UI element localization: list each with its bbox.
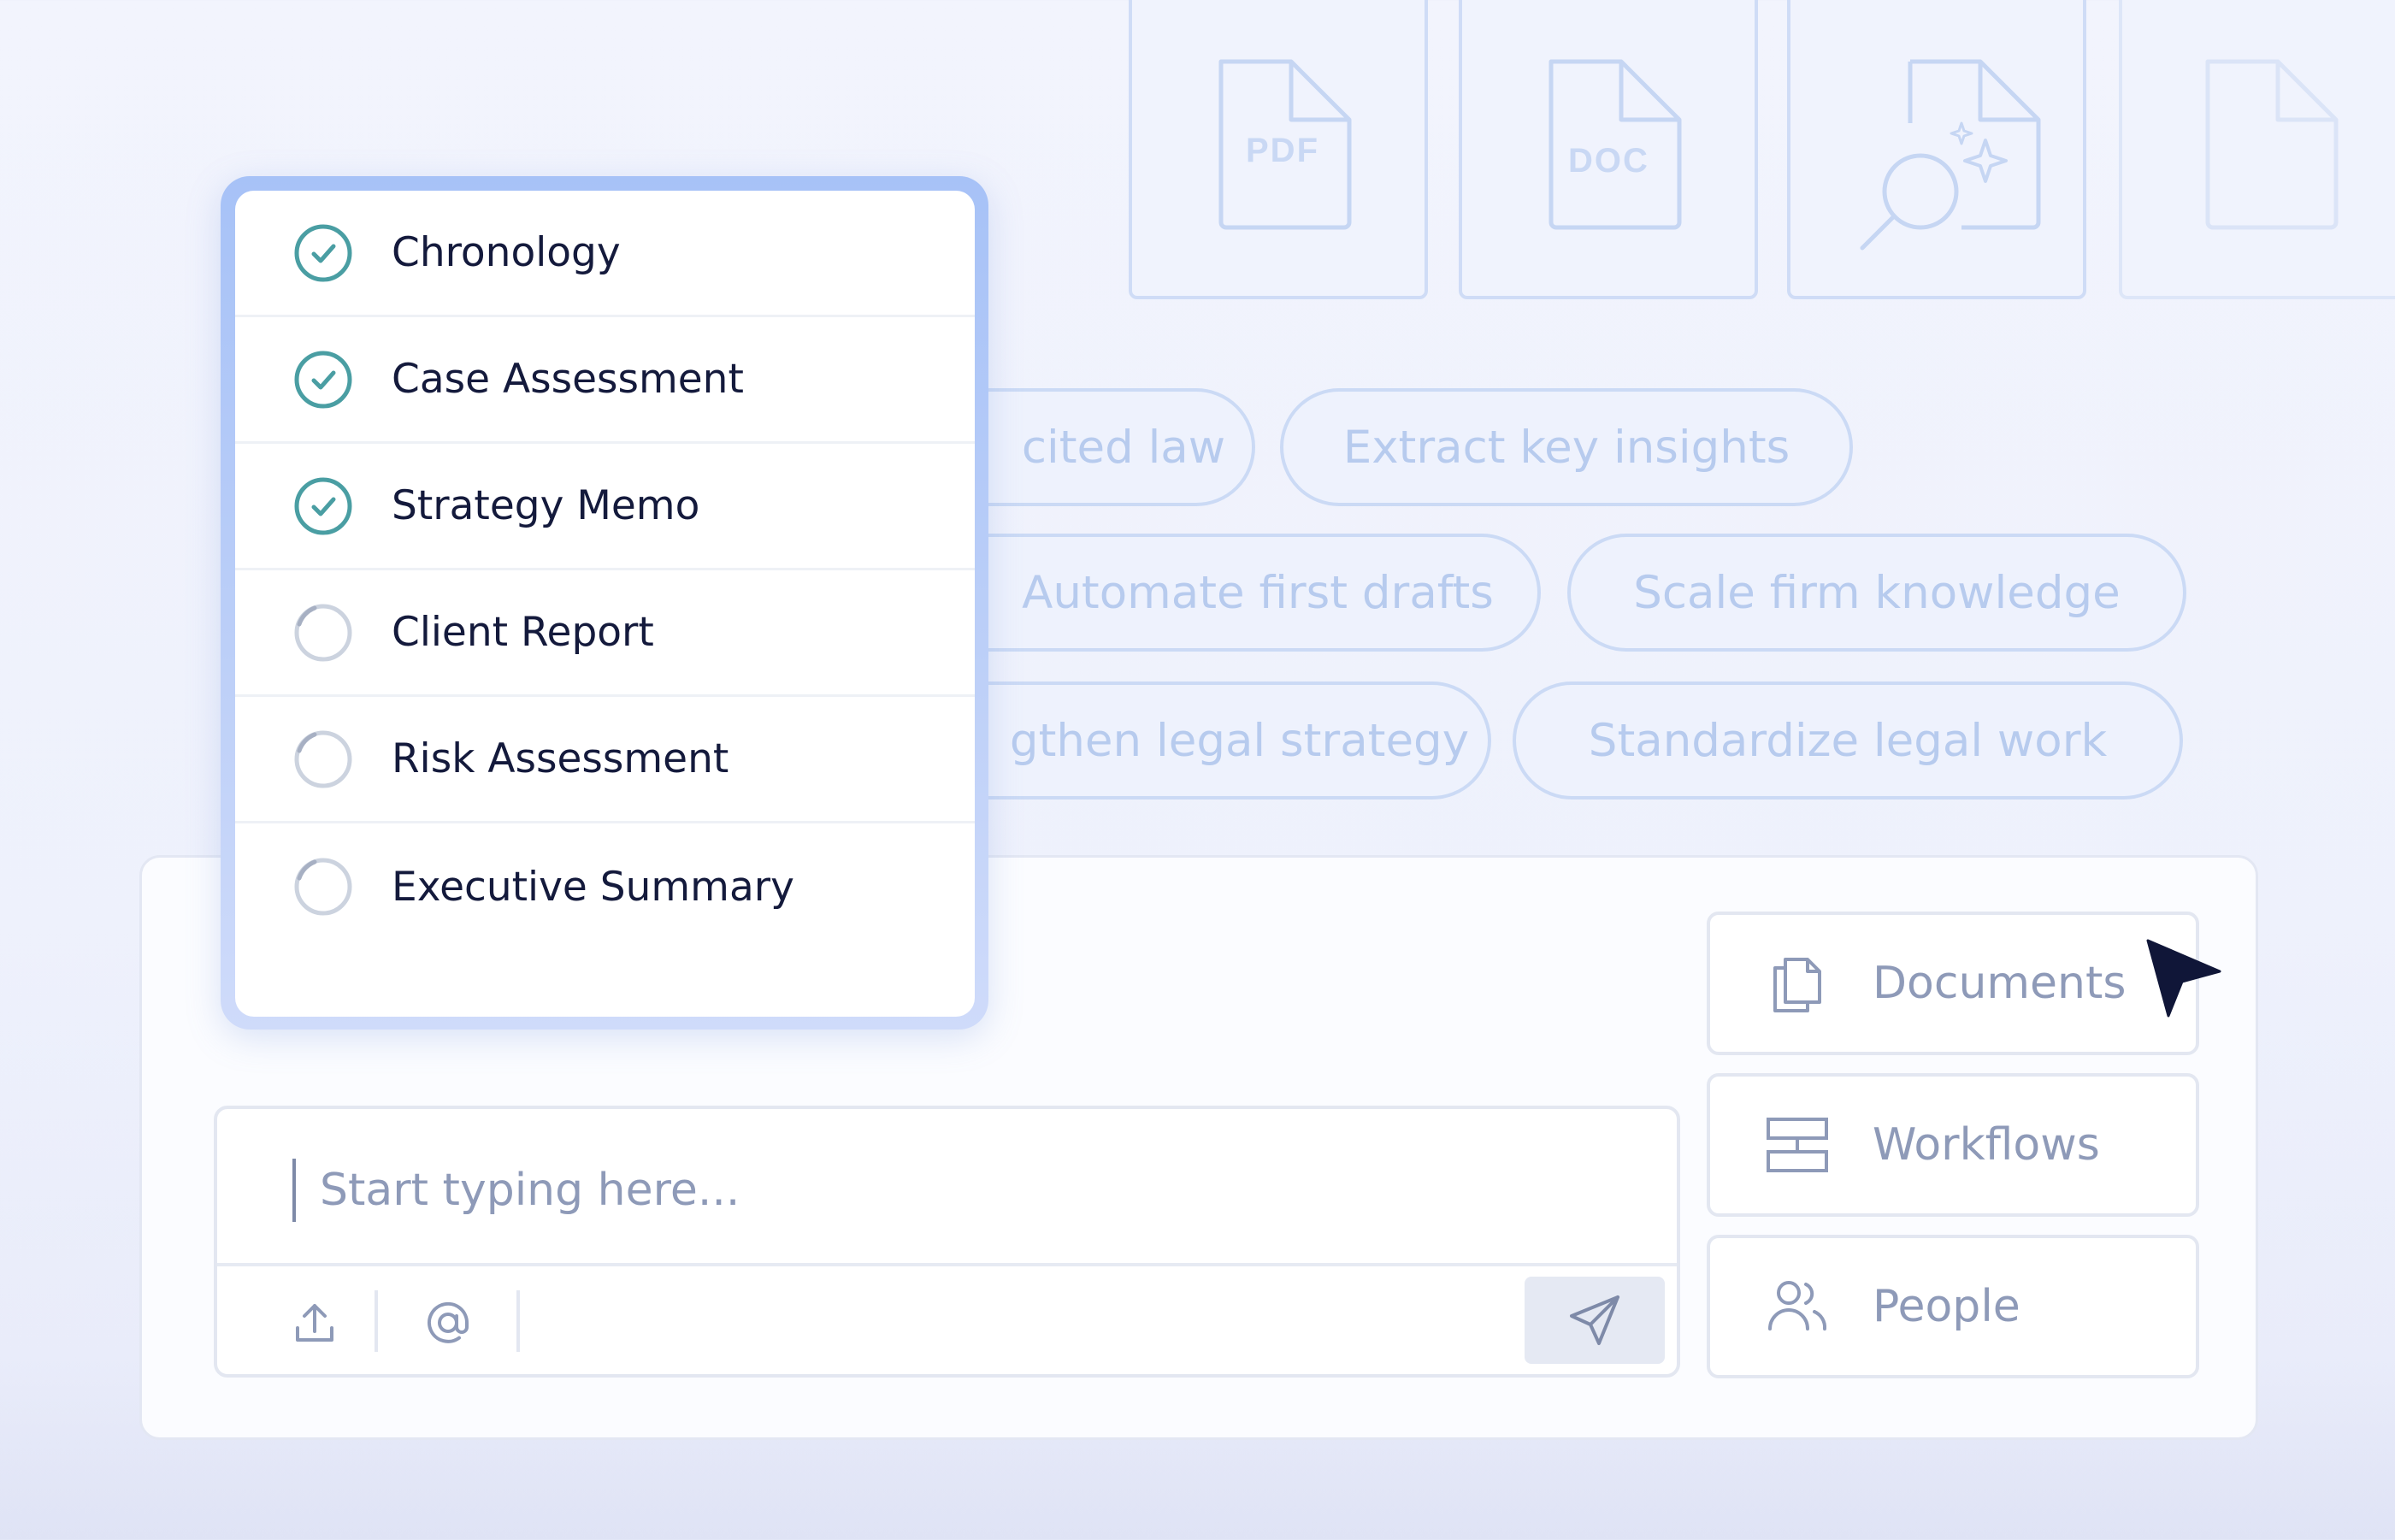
people-label: People: [1873, 1281, 2020, 1332]
mention-button[interactable]: [405, 1289, 491, 1357]
documents-icon: [1773, 958, 1821, 1012]
people-icon: [1768, 1281, 1827, 1331]
task-item[interactable]: Executive Summary: [235, 823, 975, 950]
documents-label: Documents: [1873, 958, 2127, 1009]
task-item[interactable]: Case Assessment: [235, 317, 975, 444]
composer-input[interactable]: Start typing here...: [320, 1160, 740, 1220]
task-item[interactable]: Strategy Memo: [235, 444, 975, 570]
send-icon: [1570, 1295, 1619, 1345]
task-label: Strategy Memo: [392, 482, 700, 529]
task-item[interactable]: Chronology: [235, 191, 975, 317]
task-label: Chronology: [392, 229, 621, 276]
loading-spinner-icon: [294, 730, 352, 788]
pdf-file-label: PDF: [1246, 132, 1319, 169]
task-checklist: Chronology Case Assessment Strategy Memo…: [235, 191, 975, 1017]
at-sign-icon: [428, 1301, 469, 1343]
workflows-button[interactable]: Workflows: [1707, 1073, 2199, 1217]
documents-button[interactable]: Documents: [1707, 912, 2199, 1055]
task-label: Case Assessment: [392, 356, 744, 403]
workflows-label: Workflows: [1873, 1119, 2100, 1171]
check-circle-icon: [294, 351, 352, 408]
pill-extract-key-insights[interactable]: Extract key insights: [1280, 388, 1853, 506]
task-item[interactable]: Client Report: [235, 570, 975, 697]
task-label: Executive Summary: [392, 863, 794, 911]
pill-scale-firm-knowledge[interactable]: Scale firm knowledge: [1567, 534, 2186, 652]
toolbar-separator: [375, 1290, 378, 1352]
task-label: Risk Assessment: [392, 735, 729, 782]
people-button[interactable]: People: [1707, 1235, 2199, 1378]
task-label: Client Report: [392, 609, 654, 656]
workflows-icon: [1767, 1118, 1828, 1172]
send-button[interactable]: [1525, 1277, 1665, 1364]
composer-divider: [217, 1263, 1677, 1266]
file-card-search: [1787, 0, 2086, 299]
toolbar-separator: [516, 1290, 520, 1352]
loading-spinner-icon: [294, 858, 352, 916]
composer[interactable]: Start typing here...: [214, 1106, 1680, 1378]
text-caret: [292, 1159, 296, 1222]
upload-button[interactable]: [272, 1289, 357, 1357]
check-circle-icon: [294, 224, 352, 281]
file-card-pdf: PDF: [1129, 0, 1428, 299]
doc-file-label: DOC: [1568, 142, 1649, 180]
task-item[interactable]: Risk Assessment: [235, 697, 975, 823]
blank-file-icon: [2205, 59, 2339, 230]
upload-icon: [296, 1304, 333, 1342]
search-file-icon: [1860, 59, 2041, 251]
loading-spinner-icon: [294, 604, 352, 661]
file-card-doc: DOC: [1459, 0, 1758, 299]
mouse-cursor-icon: [2146, 939, 2221, 1018]
pill-standardize-legal-work[interactable]: Standardize legal work: [1513, 681, 2183, 800]
check-circle-icon: [294, 477, 352, 534]
file-card-blank: [2119, 0, 2395, 299]
